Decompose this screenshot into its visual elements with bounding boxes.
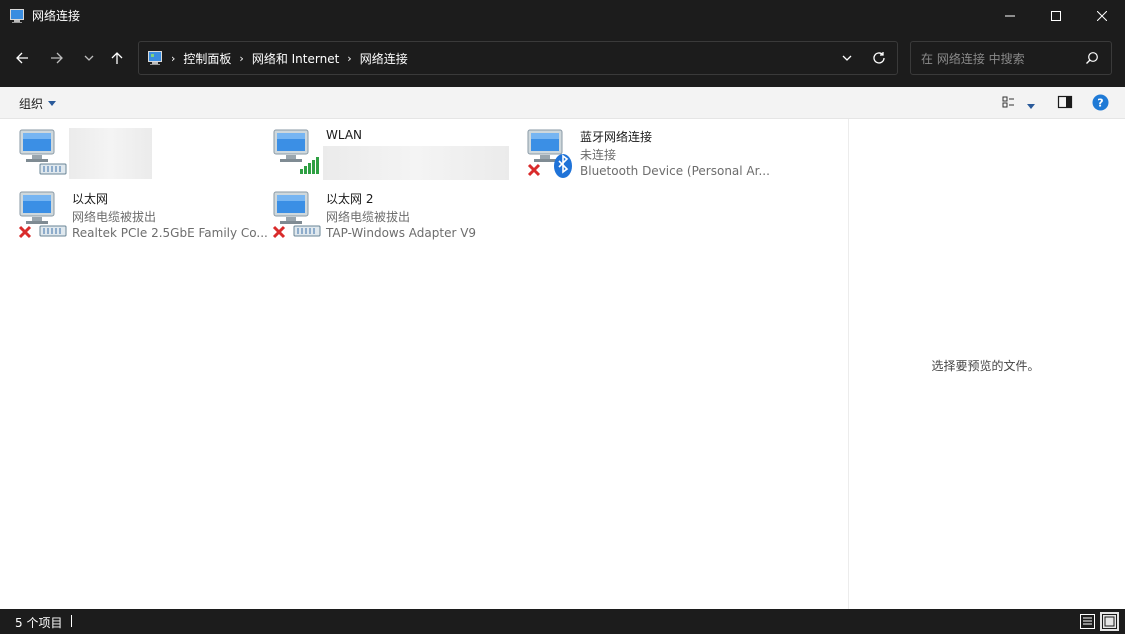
up-button[interactable] — [104, 45, 130, 71]
connection-item-ethernet-2[interactable]: 以太网 2 网络电缆被拔出 TAP-Windows Adapter V9 — [272, 190, 522, 250]
ethernet-adapter-unplugged-icon — [272, 191, 321, 239]
preview-pane-button[interactable] — [1057, 94, 1073, 113]
connection-device: Bluetooth Device (Personal Ar... — [580, 164, 770, 178]
connection-item-wlan[interactable]: WLAN — [272, 128, 522, 188]
search-icon — [1086, 52, 1098, 64]
breadcrumb: › 控制面板 › 网络和 Internet › 网络连接 — [163, 50, 408, 67]
connection-status: 网络电缆被拔出 — [72, 210, 157, 224]
chevron-right-icon: › — [171, 51, 176, 65]
command-bar: 组织 ? — [0, 87, 1125, 119]
close-icon — [1097, 10, 1107, 21]
breadcrumb-network-internet[interactable]: 网络和 Internet — [252, 50, 339, 67]
search-input[interactable]: 在 网络连接 中搜索 — [910, 41, 1112, 75]
large-icons-view-button[interactable] — [1100, 612, 1119, 631]
wlan-adapter-connected-icon — [273, 129, 319, 174]
organize-label: 组织 — [19, 97, 44, 111]
back-button[interactable] — [9, 45, 35, 71]
item-count: 5 个项目 — [15, 616, 63, 630]
help-icon: ? — [1092, 94, 1109, 111]
refresh-button[interactable] — [871, 50, 887, 69]
preview-message: 选择要预览的文件。 — [931, 359, 1040, 373]
status-divider — [71, 615, 72, 627]
breadcrumb-control-panel[interactable]: 控制面板 — [183, 50, 231, 67]
minimize-button[interactable] — [987, 0, 1033, 31]
control-panel-icon — [148, 51, 162, 65]
redacted-connection-name — [69, 128, 152, 179]
view-dropdown-button[interactable] — [1027, 99, 1035, 113]
chevron-right-icon[interactable]: › — [347, 52, 351, 65]
view-options-icon — [1002, 96, 1014, 108]
status-bar: 5 个项目 — [0, 609, 1125, 634]
forward-button[interactable] — [44, 45, 70, 71]
network-adapter-connected-icon — [19, 129, 67, 175]
connection-name: 以太网 2 — [326, 192, 374, 206]
connection-device: TAP-Windows Adapter V9 — [326, 226, 477, 240]
dropdown-arrow-icon — [48, 100, 57, 106]
recent-locations-button[interactable] — [76, 45, 102, 71]
connection-name: 以太网 — [72, 192, 109, 206]
connection-item-bluetooth[interactable]: 蓝牙网络连接 未连接 Bluetooth Device (Personal Ar… — [526, 128, 776, 188]
minimize-icon — [1005, 15, 1015, 16]
svg-text:?: ? — [1097, 97, 1103, 110]
chevron-down-icon — [842, 55, 852, 61]
arrow-right-icon — [51, 52, 63, 64]
connection-name: 蓝牙网络连接 — [580, 130, 653, 144]
refresh-icon — [873, 52, 885, 64]
connections-list: WLAN 蓝牙网络连接 未连接 Bluetooth Device (Person… — [0, 119, 848, 609]
search-placeholder: 在 网络连接 中搜索 — [921, 51, 1025, 66]
help-button[interactable]: ? — [1092, 94, 1109, 114]
address-history-button[interactable] — [841, 50, 853, 69]
address-bar[interactable]: › 控制面板 › 网络和 Internet › 网络连接 — [138, 41, 898, 75]
preview-pane: 选择要预览的文件。 — [848, 119, 1125, 609]
preview-pane-icon — [1057, 95, 1073, 109]
connection-status: 网络电缆被拔出 — [326, 210, 411, 224]
large-icons-view-icon — [1102, 614, 1117, 629]
bluetooth-adapter-disconnected-icon — [527, 129, 572, 178]
connection-name: WLAN — [326, 128, 363, 142]
maximize-button[interactable] — [1033, 0, 1079, 31]
maximize-icon — [1051, 10, 1061, 21]
connection-item-ethernet[interactable]: 以太网 网络电缆被拔出 Realtek PCIe 2.5GbE Family C… — [18, 190, 268, 250]
connection-status: 未连接 — [580, 148, 617, 162]
details-view-icon — [1080, 614, 1095, 629]
redacted-connection-details — [323, 146, 509, 180]
window-title: 网络连接 — [32, 9, 81, 23]
network-connections-app-icon — [10, 8, 24, 23]
ethernet-adapter-unplugged-icon — [18, 191, 67, 239]
chevron-down-icon — [84, 55, 94, 61]
details-view-button[interactable] — [1078, 612, 1097, 631]
arrow-left-icon — [16, 52, 28, 64]
breadcrumb-network-connections[interactable]: 网络连接 — [360, 50, 408, 67]
title-bar: 网络连接 — [0, 0, 1125, 31]
arrow-up-icon — [111, 52, 123, 64]
connection-device: Realtek PCIe 2.5GbE Family Co... — [72, 226, 268, 240]
dropdown-arrow-icon — [1027, 104, 1035, 109]
navigation-bar: › 控制面板 › 网络和 Internet › 网络连接 在 网络连接 中搜索 — [0, 31, 1125, 87]
change-view-button[interactable] — [1002, 94, 1018, 113]
organize-menu-button[interactable]: 组织 — [19, 95, 57, 112]
chevron-right-icon[interactable]: › — [239, 52, 243, 65]
close-button[interactable] — [1079, 0, 1125, 31]
connection-item-ethernet-connected[interactable] — [18, 128, 268, 188]
